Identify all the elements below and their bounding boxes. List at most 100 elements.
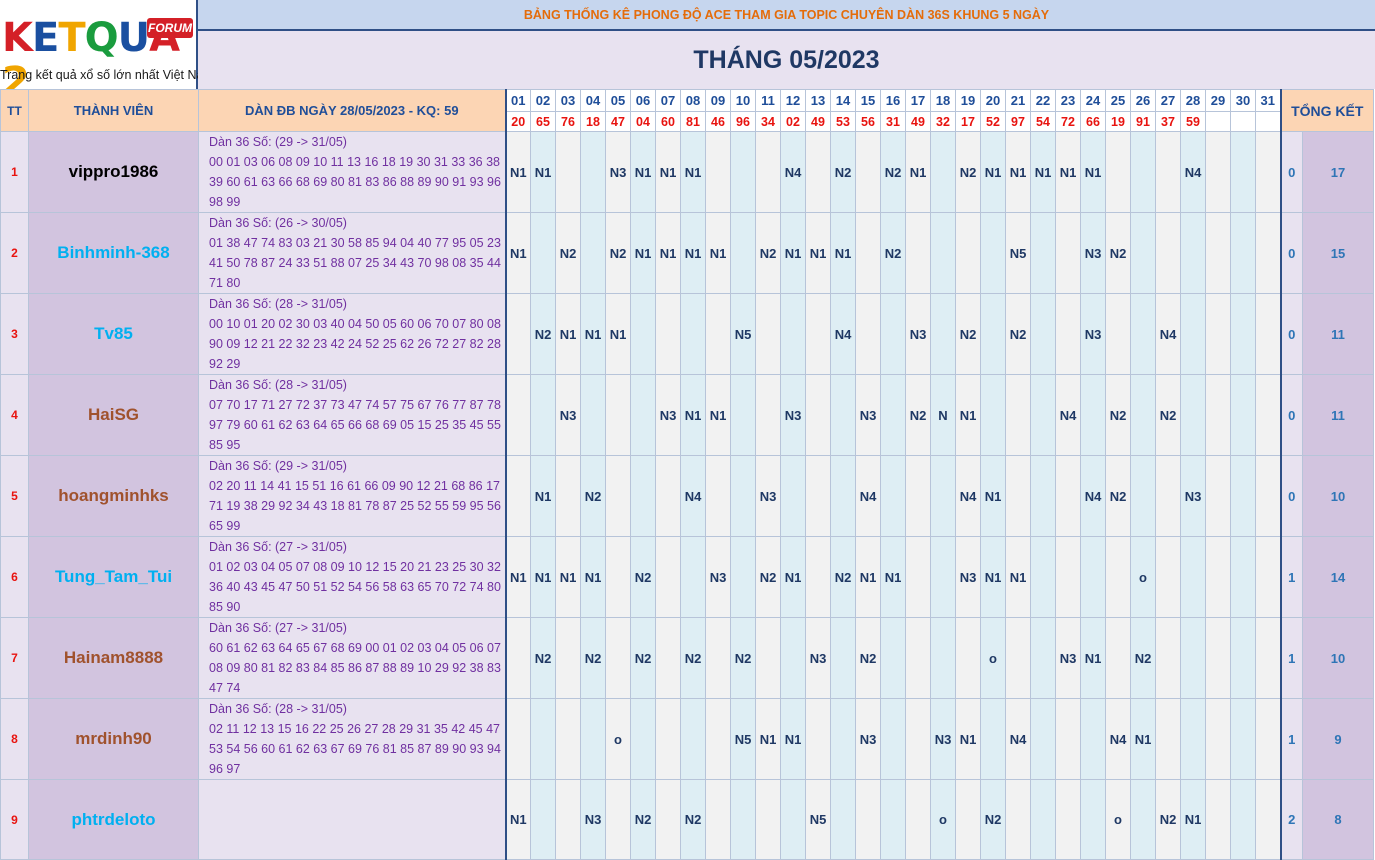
logo-letter: T (58, 15, 85, 61)
day-hit-cell (1005, 455, 1031, 537)
day-result (1230, 111, 1256, 132)
day-hit-cell: N1 (530, 131, 556, 213)
member-name[interactable]: Tv85 (28, 293, 199, 375)
day-hit-cell: N2 (630, 617, 656, 699)
number-set-line: 96 97 (209, 762, 241, 776)
number-set-line: 92 29 (209, 357, 241, 371)
day-hit-cell (705, 131, 731, 213)
summary-miss-count: 1 (1280, 617, 1303, 699)
member-name[interactable]: Hainam8888 (28, 617, 199, 699)
day-hit-cell (1205, 212, 1231, 294)
day-hit-cell: N3 (1055, 617, 1081, 699)
day-hit-cell: N1 (980, 455, 1006, 537)
day-hit-cell (730, 536, 756, 618)
day-hit-cell: N1 (504, 779, 531, 860)
day-hit-cell (1230, 212, 1256, 294)
col-header-member: THÀNH VIÊN (28, 89, 199, 132)
day-hit-cell: N2 (630, 536, 656, 618)
logo-tagline: Trang kết quả xổ số lớn nhất Việt Nam (0, 68, 214, 82)
day-result: 65 (530, 111, 556, 132)
day-hit-cell (705, 617, 731, 699)
member-row: 1 vippro1986 Dàn 36 Số: (29 -> 31/05) 00 01… (0, 131, 1374, 213)
day-hit-cell: N1 (980, 131, 1006, 213)
day-result: 49 (905, 111, 931, 132)
day-hit-cell (1205, 536, 1231, 618)
col-header-summary: TỔNG KẾT (1280, 89, 1374, 132)
day-hit-cell (630, 374, 656, 456)
summary-hit-count: 14 (1302, 536, 1374, 618)
day-header: 27 (1155, 89, 1181, 112)
day-hit-cell: N1 (805, 212, 831, 294)
day-hit-cell (1255, 212, 1282, 294)
day-hit-cell (830, 455, 856, 537)
day-hit-cell (1030, 212, 1056, 294)
day-hit-cell: N2 (1105, 212, 1131, 294)
number-set-line: 41 50 78 87 24 33 51 88 07 25 34 43 70 9… (209, 256, 501, 270)
day-header: 02 (530, 89, 556, 112)
day-hit-cell (930, 455, 956, 537)
day-hit-cell: N1 (955, 698, 981, 780)
day-hit-cell: N1 (780, 212, 806, 294)
day-hit-cell (830, 374, 856, 456)
day-hit-cell (955, 212, 981, 294)
day-hit-cell (530, 779, 556, 860)
day-hit-cell (555, 455, 581, 537)
summary-miss-count: 0 (1280, 293, 1303, 375)
day-hit-cell: N1 (905, 131, 931, 213)
day-hit-cell: N3 (805, 617, 831, 699)
day-result: 34 (755, 111, 781, 132)
member-name[interactable]: Binhminh-368 (28, 212, 199, 294)
day-hit-cell (730, 374, 756, 456)
member-name[interactable]: HaiSG (28, 374, 199, 456)
day-hit-cell: N1 (855, 536, 881, 618)
day-header: 16 (880, 89, 906, 112)
day-hit-cell (1230, 131, 1256, 213)
site-logo[interactable]: KETQUA2 FORUM Trang kết quả xổ số lớn nh… (0, 0, 214, 104)
number-set-line: 97 79 60 61 62 63 64 65 66 68 69 05 15 2… (209, 418, 501, 432)
member-name[interactable]: mrdinh90 (28, 698, 199, 780)
day-result: 59 (1180, 111, 1206, 132)
day-hit-cell (705, 293, 731, 375)
logo-letter: K (2, 15, 33, 61)
row-number: 4 (0, 374, 29, 456)
day-hit-cell: N2 (580, 455, 606, 537)
summary-hit-count: 11 (1302, 293, 1374, 375)
day-header: 05 (605, 89, 631, 112)
member-number-set: Dàn 36 Số: (29 -> 31/05) 00 01 03 06 08 0… (198, 131, 507, 213)
stats-table: TT THÀNH VIÊN DÀN ĐB NGÀY 28/05/2023 - K… (0, 89, 1374, 860)
day-hit-cell: N1 (605, 293, 631, 375)
day-result: 54 (1030, 111, 1056, 132)
day-hit-cell (504, 293, 531, 375)
summary-miss-count: 0 (1280, 455, 1303, 537)
day-hit-cell (1230, 536, 1256, 618)
day-header: 28 (1180, 89, 1206, 112)
member-row: 5 hoangminhks Dàn 36 Số: (29 -> 31/05) 02 2… (0, 455, 1374, 537)
number-set-line: Dàn 36 Số: (27 -> 31/05) (209, 621, 347, 635)
day-hit-cell: N1 (504, 212, 531, 294)
day-hit-cell: N2 (855, 617, 881, 699)
row-number: 5 (0, 455, 29, 537)
day-header: 20 (980, 89, 1006, 112)
day-hit-cell: N1 (980, 536, 1006, 618)
day-hit-cell: N3 (555, 374, 581, 456)
day-hit-cell: N1 (680, 212, 706, 294)
day-hit-cell (1055, 293, 1081, 375)
day-hit-cell (905, 617, 931, 699)
day-hit-cell: N4 (830, 293, 856, 375)
day-hit-cell (1230, 293, 1256, 375)
member-name[interactable]: Tung_Tam_Tui (28, 536, 199, 618)
member-name[interactable]: vippro1986 (28, 131, 199, 213)
day-hit-cell (1030, 374, 1056, 456)
day-hit-cell: N1 (1055, 131, 1081, 213)
member-number-set: Dàn 36 Số: (28 -> 31/05) 00 10 01 20 02 3… (198, 293, 507, 375)
day-result: 76 (555, 111, 581, 132)
day-hit-cell (755, 374, 781, 456)
member-name[interactable]: phtrdeloto (28, 779, 199, 860)
member-name[interactable]: hoangminhks (28, 455, 199, 537)
day-hit-cell (830, 617, 856, 699)
day-hit-cell (655, 698, 681, 780)
day-result: 32 (930, 111, 956, 132)
day-hit-cell (805, 698, 831, 780)
day-header: 21 (1005, 89, 1031, 112)
day-hit-cell: N1 (705, 374, 731, 456)
